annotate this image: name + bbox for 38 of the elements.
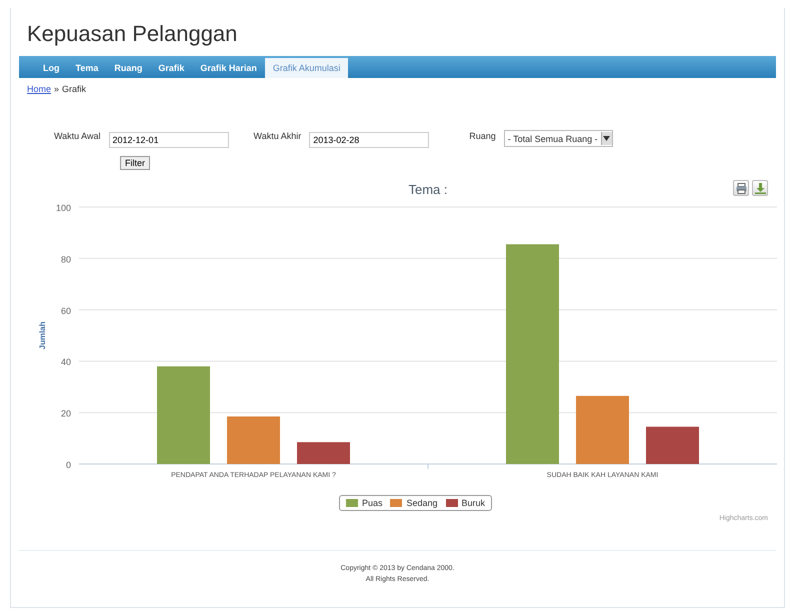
- nav-tab[interactable]: Grafik: [150, 58, 192, 78]
- axis-title: Jumlah: [38, 322, 47, 350]
- legend-label: Puas: [362, 498, 382, 508]
- field-label: Waktu Akhir: [254, 131, 302, 141]
- room-dropdown[interactable]: - Total Semua Ruang -: [504, 130, 613, 147]
- nav-tab[interactable]: Grafik Harian: [192, 58, 265, 78]
- bar: [576, 396, 629, 464]
- page-title: Kepuasan Pelanggan: [27, 21, 238, 47]
- input-field[interactable]: 2013-02-28: [309, 132, 430, 148]
- chart-title: Tema :: [408, 182, 448, 197]
- field-label: Ruang: [469, 131, 496, 141]
- nav-tab[interactable]: Ruang: [106, 58, 150, 78]
- nav-tab[interactable]: Tema: [68, 58, 106, 78]
- breadcrumb-current: Grafik: [62, 84, 86, 94]
- legend-label: Sedang: [406, 498, 438, 508]
- bar: [297, 442, 350, 464]
- axis-tick-label: 20: [60, 408, 71, 419]
- filter-button[interactable]: Filter: [120, 156, 150, 170]
- axis-tick-label: 60: [60, 306, 71, 316]
- nav-tab[interactable]: Log: [35, 58, 68, 78]
- input-field[interactable]: 2012-12-01: [108, 132, 229, 148]
- field-label: Waktu Awal: [54, 131, 101, 141]
- nav-tab[interactable]: Grafik Akumulasi: [264, 58, 348, 78]
- breadcrumb-link[interactable]: Home: [27, 84, 52, 94]
- caret-icon: [603, 136, 610, 141]
- bar: [227, 416, 280, 464]
- legend-label: Buruk: [462, 498, 486, 508]
- axis-tick-label: 100: [56, 203, 71, 213]
- print-button[interactable]: [733, 180, 749, 196]
- axis-tick-label: 40: [60, 357, 71, 368]
- bar: [646, 426, 699, 464]
- legend-item[interactable]: Sedang: [390, 498, 438, 508]
- breadcrumb-separator: »: [54, 84, 60, 94]
- legend-item[interactable]: Puas: [346, 498, 382, 508]
- legend-item[interactable]: Buruk: [446, 498, 486, 508]
- axis-tick-label: 80: [60, 254, 71, 264]
- axis-tick-label: 0: [66, 460, 71, 470]
- download-button[interactable]: [752, 180, 768, 196]
